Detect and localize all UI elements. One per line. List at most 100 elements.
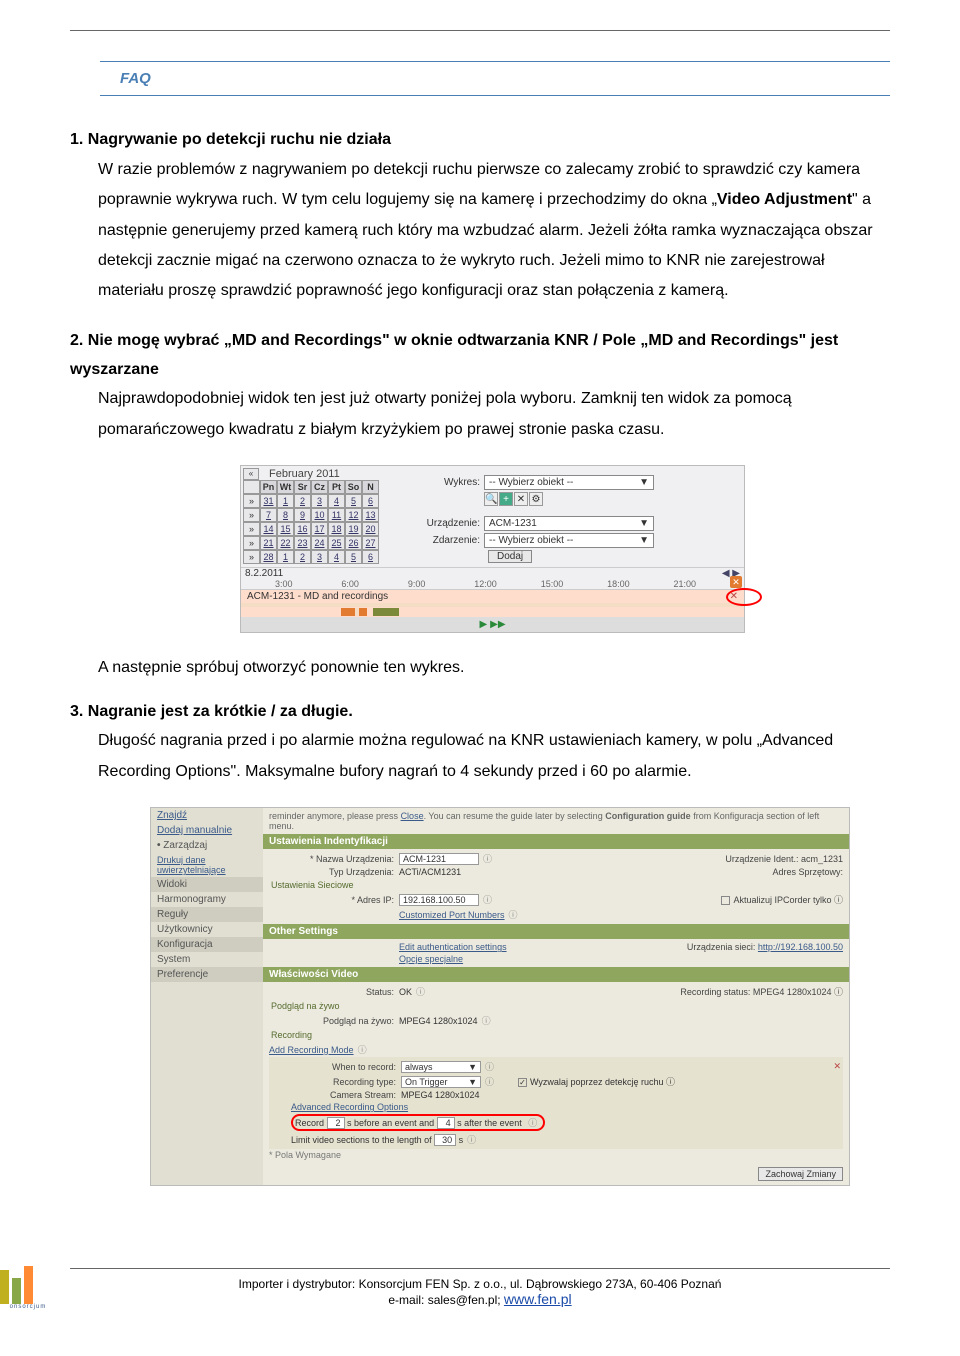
faq-item-1-title: 1. Nagrywanie po detekcji ruchu nie dzia… <box>70 126 890 155</box>
faq-2-num: 2. <box>70 332 83 349</box>
footer-line2: e-mail: sales@fen.pl; www.fen.pl <box>70 1291 890 1307</box>
after-input[interactable]: 4 <box>437 1117 455 1129</box>
remove-icon[interactable]: ✕ <box>514 492 528 506</box>
side-znajdz[interactable]: Znajdź <box>151 808 263 823</box>
faq-2-heading: Nie mogę wybrać „MD and Recordings" w ok… <box>70 332 838 378</box>
settings-sidebar: Znajdź Dodaj manualnie • Zarządzaj Druku… <box>151 808 263 1185</box>
screenshot-settings: Znajdź Dodaj manualnie • Zarządzaj Druku… <box>150 807 850 1186</box>
fen-logo: onsorcjum <box>0 1266 56 1322</box>
add-icon[interactable]: + <box>499 492 513 506</box>
before-input[interactable]: 2 <box>327 1117 345 1129</box>
faq-item-2-title: 2. Nie mogę wybrać „MD and Recordings" w… <box>70 327 890 385</box>
zoom-in-icon[interactable]: 🔍 <box>484 492 498 506</box>
help-icon[interactable]: ⓘ <box>483 852 492 865</box>
rec-status: Recording status: MPEG4 1280x1024 ⓘ <box>680 985 843 998</box>
side-preferencje[interactable]: Preferencje <box>151 967 263 982</box>
side-system[interactable]: System <box>151 952 263 967</box>
section-video: Właściwości Video <box>263 967 849 982</box>
timeline-date: 8.2.2011 <box>245 568 283 579</box>
faq-1-heading: Nagrywanie po detekcji ruchu nie działa <box>88 131 391 148</box>
wykres-label: Wykres: <box>409 477 484 488</box>
faq-3-body: Długość nagrania przed i po alarmie możn… <box>70 726 890 787</box>
urzadzenie-select[interactable]: ACM-1231▼ <box>484 516 654 531</box>
device-url-link[interactable]: http://192.168.100.50 <box>758 942 843 952</box>
faq-1-body: W razie problemów z nagrywaniem po detek… <box>70 155 890 307</box>
side-dodaj[interactable]: Dodaj manualnie <box>151 823 263 838</box>
track-close-icon[interactable]: ✕ <box>730 576 742 588</box>
settings-icon[interactable]: ⚙ <box>529 492 543 506</box>
help-icon[interactable]: ⓘ <box>483 893 492 906</box>
hint-text: reminder anymore, please press Close. Yo… <box>263 808 849 834</box>
shot1-right-panel: Wykres: -- Wybierz obiekt --▼ 🔍+✕⚙ Urząd… <box>379 468 742 565</box>
record-buffer-highlight: Record 2 s before an event and 4 s after… <box>291 1114 545 1131</box>
when-select[interactable]: always▼ <box>401 1061 481 1073</box>
play-controls[interactable]: ▶ ▶▶ <box>241 617 744 632</box>
zdarzenie-label: Zdarzenie: <box>409 535 484 546</box>
faq-2-after: A następnie spróbuj otworzyć ponownie te… <box>70 653 890 683</box>
faq-item-1: 1. Nagrywanie po detekcji ruchu nie dzia… <box>70 126 890 307</box>
typ-value: ACTi/ACM1231 <box>399 867 461 877</box>
side-zarzadzaj[interactable]: • Zarządzaj <box>151 838 263 853</box>
faq-item-3: 3. Nagranie jest za krótkie / za długie.… <box>70 698 890 788</box>
adres-sprz-label: Adres Sprzętowy: <box>772 867 843 877</box>
cal-month: February 2011 <box>259 468 340 480</box>
ip-label: * Adres IP: <box>269 895 399 905</box>
status-label: Status: <box>269 987 399 997</box>
faq-item-2: 2. Nie mogę wybrać „MD and Recordings" w… <box>70 327 890 445</box>
screenshot-timeline: « February 2011 PnWtSrCzPtSoN »31123456»… <box>240 465 745 633</box>
wykres-select[interactable]: -- Wybierz obiekt --▼ <box>484 475 654 490</box>
side-reguly[interactable]: Reguły <box>151 907 263 922</box>
highlight-circle <box>726 588 762 606</box>
faq-3-heading: Nagranie jest za krótkie / za długie. <box>88 703 353 720</box>
side-konfiguracja[interactable]: Konfiguracja <box>151 937 263 952</box>
cal-prev-button[interactable]: « <box>243 468 259 480</box>
track-label: ACM-1231 - MD and recordings <box>247 591 388 602</box>
footer-link[interactable]: www.fen.pl <box>504 1291 572 1307</box>
footer-line1: Importer i dystrybutor: Konsorcjum FEN S… <box>70 1277 890 1291</box>
add-mode-link[interactable]: Add Recording Mode <box>269 1045 354 1055</box>
section-ident: Ustawienia Indentyfikacji <box>263 834 849 849</box>
faq-heading: FAQ <box>100 61 890 96</box>
adv-options-link[interactable]: Advanced Recording Options <box>271 1102 408 1112</box>
dodaj-button[interactable]: Dodaj <box>488 550 532 563</box>
wyzwalaj-checkbox[interactable]: ✓Wyzwalaj poprzez detekcję ruchu ⓘ <box>518 1075 675 1088</box>
side-harmonogramy[interactable]: Harmonogramy <box>151 892 263 907</box>
limit-input[interactable]: 30 <box>434 1134 456 1146</box>
aktualizuj-checkbox[interactable]: Aktualizuj IPCorder tylko ⓘ <box>721 893 843 906</box>
page-footer: onsorcjum Importer i dystrybutor: Konsor… <box>0 1256 960 1331</box>
nazwa-label: * Nazwa Urządzenia: <box>269 854 399 864</box>
ip-input[interactable]: 192.168.100.50 <box>399 894 479 906</box>
side-uzytkownicy[interactable]: Użytkownicy <box>151 922 263 937</box>
recording-heading: Recording <box>269 1028 843 1042</box>
play-icon[interactable]: ▶ <box>479 619 487 630</box>
shot1-icon-row: 🔍+✕⚙ <box>484 492 742 506</box>
typ-label: Typ Urządzenia: <box>269 867 399 877</box>
save-button[interactable]: Zachowaj Zmiany <box>758 1167 843 1181</box>
page-content: FAQ 1. Nagrywanie po detekcji ruchu nie … <box>0 31 960 1246</box>
timeline-tracks <box>241 607 744 617</box>
faq-section: FAQ <box>70 61 890 96</box>
podglad-heading: Podgląd na żywo <box>269 999 843 1013</box>
status-value: OK <box>399 987 412 997</box>
timeline-hours: 3:006:009:0012:0015:0018:0021:00 <box>241 579 744 589</box>
zdarzenie-select[interactable]: -- Wybierz obiekt --▼ <box>484 533 654 548</box>
skip-icon[interactable]: ▶▶ <box>490 619 505 630</box>
faq-2-body: Najprawdopodobniej widok ten jest już ot… <box>70 384 890 445</box>
opcje-link[interactable]: Opcje specjalne <box>399 954 463 964</box>
faq-item-3-title: 3. Nagranie jest za krótkie / za długie. <box>70 698 890 727</box>
faq-1-num: 1. <box>70 131 83 148</box>
custom-ports-link[interactable]: Customized Port Numbers <box>399 910 505 920</box>
side-widoki[interactable]: Widoki <box>151 877 263 892</box>
side-drukuj[interactable]: Drukuj dane uwierzytelniające <box>151 853 263 877</box>
delete-icon[interactable]: ✕ <box>833 1061 841 1072</box>
cal-header-row: PnWtSrCzPtSoN <box>243 480 379 494</box>
ident-label: Urządzenie Ident.: acm_1231 <box>725 854 843 864</box>
rectype-select[interactable]: On Trigger▼ <box>401 1076 481 1088</box>
urzadzenie-label: Urządzenie: <box>409 518 484 529</box>
section-other: Other Settings <box>263 924 849 939</box>
faq-3-num: 3. <box>70 703 83 720</box>
sec-sieciowe: Ustawienia Sieciowe <box>269 878 843 892</box>
edit-auth-link[interactable]: Edit authentication settings <box>399 942 507 952</box>
settings-main: reminder anymore, please press Close. Yo… <box>263 808 849 1185</box>
nazwa-input[interactable]: ACM-1231 <box>399 853 479 865</box>
